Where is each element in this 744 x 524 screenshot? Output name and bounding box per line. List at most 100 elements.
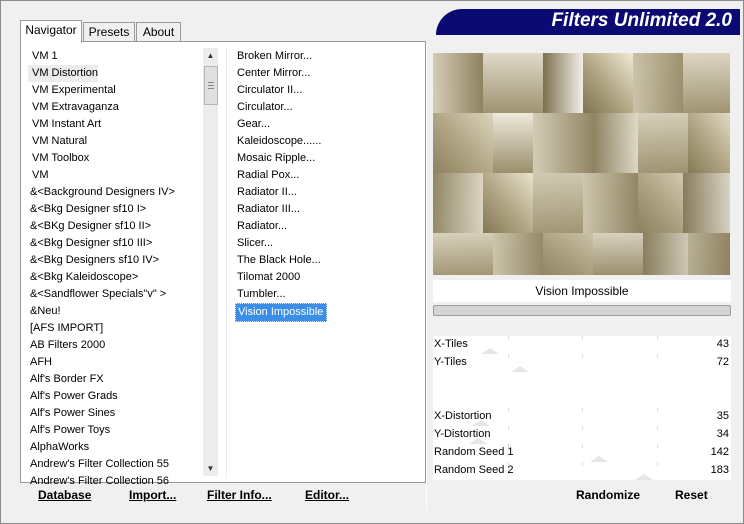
preview-svg [433,53,730,275]
filter-item[interactable]: Gear... [235,116,273,133]
parameter-slider[interactable]: X-Distortion 35 [433,408,731,426]
import-button[interactable]: Import... [129,488,176,502]
preview-tile [583,173,638,233]
preview-tile [593,233,643,275]
scroll-thumb[interactable] [204,66,218,105]
filter-item[interactable]: Radiator III... [235,201,303,218]
category-item[interactable]: &<Sandflower Specials"v" > [26,286,166,303]
tab-presets[interactable]: Presets [83,22,135,42]
filter-item[interactable]: Kaleidoscope...... [235,133,324,150]
filter-item[interactable]: Radiator II... [235,184,300,201]
preview-tile [433,173,483,233]
preview-tile [433,53,483,113]
slider-tick [582,462,583,466]
slider-tick [508,408,509,412]
parameter-slider[interactable]: Random Seed 2 183 [433,462,731,480]
filter-info-button[interactable]: Filter Info... [207,488,272,502]
list-divider [226,48,227,478]
preview-filter-name: Vision Impossible [433,280,731,302]
tab-about[interactable]: About [136,22,181,42]
category-item[interactable]: &<Bkg Designer sf10 I> [26,201,146,218]
slider-tick [657,336,658,340]
tab-navigator[interactable]: Navigator [20,20,82,43]
category-item[interactable]: VM Distortion [28,65,99,82]
category-item[interactable]: Alf's Power Toys [26,422,110,439]
filter-item[interactable]: The Black Hole... [235,252,324,269]
category-item[interactable]: VM Experimental [28,82,116,99]
category-item[interactable]: AFH [26,354,52,371]
slider-tick [582,336,583,340]
category-item[interactable]: Alf's Power Grads [26,388,118,405]
slider-thumb[interactable] [635,474,653,480]
category-item[interactable]: VM Toolbox [28,150,89,167]
scroll-up-arrow-icon[interactable]: ▲ [203,48,218,63]
category-item[interactable]: VM Extravaganza [28,99,119,116]
preview-tile [688,233,730,275]
parameter-slider[interactable]: Y-Distortion 34 [433,426,731,444]
filter-item[interactable]: Circulator II... [235,82,305,99]
slider-tick [508,354,509,358]
filters-unlimited-banner: Filters Unlimited 2.0 [436,9,740,35]
filter-item[interactable]: Tilomat 2000 [235,269,303,286]
preview-tile [433,113,493,173]
preview-tile [533,113,593,173]
category-item[interactable]: AlphaWorks [26,439,89,456]
category-item[interactable]: AB Filters 2000 [26,337,105,354]
filter-item[interactable]: Center Mirror... [235,65,313,82]
parameter-label: Random Seed 1 [434,446,514,458]
preview-tile [683,173,730,233]
preview-tile [643,233,688,275]
filter-item[interactable]: Vision Impossible [235,303,328,322]
parameter-slider[interactable]: Y-Tiles 72 [433,354,731,372]
parameter-label: Y-Tiles [434,356,467,368]
empty-parameter-row [433,390,731,408]
filter-item[interactable]: Slicer... [235,235,276,252]
reset-button[interactable]: Reset [675,488,708,502]
category-scrollbar[interactable]: ▲ ▼ [203,48,218,476]
slider-tick [508,426,509,430]
randomize-button[interactable]: Randomize [576,488,640,502]
preview-tile [493,233,543,275]
category-item[interactable]: &<Bkg Designer sf10 III> [26,235,152,252]
preview-tile [543,233,593,275]
category-item[interactable]: &Neu! [26,303,61,320]
parameter-label: Random Seed 2 [434,464,514,476]
slider-tick [657,444,658,448]
editor-button[interactable]: Editor... [305,488,349,502]
parameter-slider[interactable]: Random Seed 1 142 [433,444,731,462]
slider-tick [582,426,583,430]
parameter-label: X-Distortion [434,410,492,422]
category-item[interactable]: [AFS IMPORT] [26,320,103,337]
category-item[interactable]: Alf's Power Sines [26,405,115,422]
filter-item[interactable]: Broken Mirror... [235,48,315,65]
parameter-value: 43 [716,338,729,350]
category-item[interactable]: &<Bkg Kaleidoscope> [26,269,138,286]
filter-item[interactable]: Circulator... [235,99,296,116]
category-item[interactable]: &<BKg Designer sf10 II> [26,218,151,235]
parameter-value: 183 [710,464,729,476]
slider-tick [657,408,658,412]
category-item[interactable]: VM Natural [28,133,87,150]
thumb-grip-line [208,82,214,83]
filter-item[interactable]: Tumbler... [235,286,289,303]
category-item[interactable]: VM Instant Art [28,116,101,133]
filter-item[interactable]: Radial Pox... [235,167,302,184]
filter-item[interactable]: Radiator... [235,218,290,235]
category-item[interactable]: VM 1 [28,48,58,65]
filter-item[interactable]: Mosaic Ripple... [235,150,318,167]
banner-title: Filters Unlimited 2.0 [551,10,732,31]
category-item[interactable]: &<Bkg Designers sf10 IV> [26,252,159,269]
slider-tick [657,354,658,358]
scroll-down-arrow-icon[interactable]: ▼ [203,461,218,476]
preview-tile [683,53,730,113]
preview-tile [483,53,543,113]
filter-preview-image [433,53,730,275]
database-button[interactable]: Database [38,488,91,502]
category-item[interactable]: VM [28,167,49,184]
parameter-slider[interactable]: X-Tiles 43 [433,336,731,354]
category-item[interactable]: Alf's Border FX [26,371,104,388]
category-item[interactable]: &<Background Designers IV> [26,184,175,201]
slider-thumb[interactable] [511,366,529,372]
parameter-value: 34 [716,428,729,440]
category-item[interactable]: Andrew's Filter Collection 55 [26,456,169,473]
